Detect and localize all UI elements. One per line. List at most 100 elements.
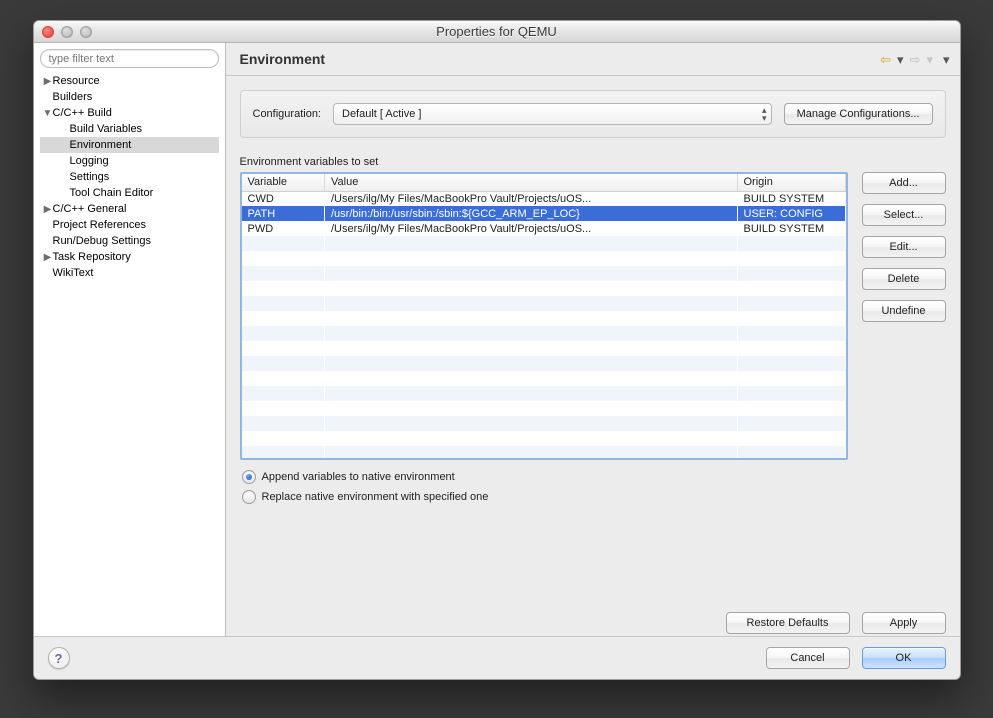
cell-origin bbox=[737, 326, 845, 341]
restore-defaults-button[interactable]: Restore Defaults bbox=[726, 612, 850, 634]
cell-variable bbox=[242, 326, 325, 341]
radio-append[interactable]: Append variables to native environment bbox=[242, 470, 946, 484]
expanded-arrow-icon[interactable]: ▼ bbox=[43, 108, 53, 119]
table-row bbox=[242, 236, 846, 251]
tree-item[interactable]: Builders bbox=[40, 89, 219, 105]
sidebar: ▶ResourceBuilders▼C/C++ BuildBuild Varia… bbox=[34, 43, 226, 636]
tree-item[interactable]: Logging bbox=[40, 153, 219, 169]
configuration-combo[interactable]: Default [ Active ] ▴▾ bbox=[333, 103, 772, 125]
tree-item-label: Settings bbox=[70, 171, 110, 183]
cell-origin bbox=[737, 371, 845, 386]
tree-item-label: Run/Debug Settings bbox=[53, 235, 151, 247]
tree-item[interactable]: Environment bbox=[40, 137, 219, 153]
radio-icon bbox=[242, 490, 256, 504]
configuration-label: Configuration: bbox=[253, 108, 322, 120]
env-vars-table[interactable]: Variable Value Origin CWD/Users/ilg/My F… bbox=[240, 172, 848, 460]
tree-item[interactable]: WikiText bbox=[40, 265, 219, 281]
cell-origin bbox=[737, 401, 845, 416]
table-row bbox=[242, 281, 846, 296]
tree-item[interactable]: Settings bbox=[40, 169, 219, 185]
table-button-column: Add... Select... Edit... Delete Undefine bbox=[862, 172, 946, 322]
cell-origin bbox=[737, 311, 845, 326]
help-icon[interactable]: ? bbox=[48, 647, 70, 669]
table-row bbox=[242, 446, 846, 460]
collapsed-arrow-icon[interactable]: ▶ bbox=[43, 76, 53, 87]
apply-button[interactable]: Apply bbox=[862, 612, 946, 634]
tree-item-label: Logging bbox=[70, 155, 109, 167]
cell-variable bbox=[242, 446, 325, 460]
ok-button[interactable]: OK bbox=[862, 647, 946, 669]
table-row bbox=[242, 371, 846, 386]
undefine-button[interactable]: Undefine bbox=[862, 300, 946, 322]
cell-value bbox=[325, 236, 738, 251]
cell-variable: PATH bbox=[242, 206, 325, 221]
col-origin[interactable]: Origin bbox=[737, 174, 845, 191]
cell-value bbox=[325, 371, 738, 386]
tree-item[interactable]: ▶Task Repository bbox=[40, 249, 219, 265]
lower-buttons: Restore Defaults Apply bbox=[226, 602, 960, 636]
cell-variable bbox=[242, 281, 325, 296]
col-value[interactable]: Value bbox=[325, 174, 738, 191]
cell-value bbox=[325, 251, 738, 266]
table-row[interactable]: CWD/Users/ilg/My Files/MacBookPro Vault/… bbox=[242, 191, 846, 206]
table-row bbox=[242, 401, 846, 416]
tree-item-label: Resource bbox=[53, 75, 100, 87]
cell-variable bbox=[242, 341, 325, 356]
heading-bar: Environment ⇦ ▾ ⇨ ▾ ▾ bbox=[226, 43, 960, 76]
combo-updown-icon: ▴▾ bbox=[762, 106, 765, 122]
cell-origin bbox=[737, 281, 845, 296]
main-panel: Environment ⇦ ▾ ⇨ ▾ ▾ Configuration: Def… bbox=[226, 43, 960, 636]
tree-item[interactable]: Project References bbox=[40, 217, 219, 233]
cell-value: /usr/bin:/bin:/usr/sbin:/sbin:${GCC_ARM_… bbox=[325, 206, 738, 221]
table-row[interactable]: PATH/usr/bin:/bin:/usr/sbin:/sbin:${GCC_… bbox=[242, 206, 846, 221]
tree-item-label: Environment bbox=[70, 139, 132, 151]
tree-item[interactable]: ▶C/C++ General bbox=[40, 201, 219, 217]
cell-value bbox=[325, 326, 738, 341]
cell-variable bbox=[242, 236, 325, 251]
cell-variable bbox=[242, 371, 325, 386]
titlebar: Properties for QEMU bbox=[34, 21, 960, 43]
tree-item[interactable]: ▼C/C++ Build bbox=[40, 105, 219, 121]
forward-icon[interactable]: ⇨ bbox=[910, 53, 921, 66]
tree-item-label: Tool Chain Editor bbox=[70, 187, 154, 199]
table-row bbox=[242, 251, 846, 266]
table-row bbox=[242, 416, 846, 431]
tree-item[interactable]: Build Variables bbox=[40, 121, 219, 137]
cell-origin bbox=[737, 296, 845, 311]
cell-origin bbox=[737, 431, 845, 446]
back-menu-icon[interactable]: ▾ bbox=[897, 53, 904, 66]
view-menu-icon[interactable]: ▾ bbox=[943, 53, 950, 66]
collapsed-arrow-icon[interactable]: ▶ bbox=[43, 252, 53, 263]
table-row bbox=[242, 266, 846, 281]
cell-value: /Users/ilg/My Files/MacBookPro Vault/Pro… bbox=[325, 221, 738, 236]
cell-value bbox=[325, 401, 738, 416]
table-row bbox=[242, 296, 846, 311]
window-title: Properties for QEMU bbox=[34, 24, 960, 39]
table-row[interactable]: PWD/Users/ilg/My Files/MacBookPro Vault/… bbox=[242, 221, 846, 236]
tree-item[interactable]: Run/Debug Settings bbox=[40, 233, 219, 249]
add-button[interactable]: Add... bbox=[862, 172, 946, 194]
cancel-button[interactable]: Cancel bbox=[766, 647, 850, 669]
env-vars-caption: Environment variables to set bbox=[240, 156, 946, 168]
tree-item[interactable]: ▶Resource bbox=[40, 73, 219, 89]
cell-value bbox=[325, 356, 738, 371]
cell-variable bbox=[242, 296, 325, 311]
collapsed-arrow-icon[interactable]: ▶ bbox=[43, 204, 53, 215]
delete-button[interactable]: Delete bbox=[862, 268, 946, 290]
radio-replace[interactable]: Replace native environment with specifie… bbox=[242, 490, 946, 504]
property-tree[interactable]: ▶ResourceBuilders▼C/C++ BuildBuild Varia… bbox=[40, 73, 219, 281]
manage-configurations-button[interactable]: Manage Configurations... bbox=[784, 103, 933, 125]
tree-item[interactable]: Tool Chain Editor bbox=[40, 185, 219, 201]
cell-variable bbox=[242, 251, 325, 266]
cell-origin bbox=[737, 386, 845, 401]
back-icon[interactable]: ⇦ bbox=[880, 53, 891, 66]
col-variable[interactable]: Variable bbox=[242, 174, 325, 191]
select-button[interactable]: Select... bbox=[862, 204, 946, 226]
cell-variable: PWD bbox=[242, 221, 325, 236]
edit-button[interactable]: Edit... bbox=[862, 236, 946, 258]
filter-input[interactable] bbox=[40, 49, 219, 68]
configuration-value: Default [ Active ] bbox=[342, 108, 421, 120]
cell-variable bbox=[242, 416, 325, 431]
env-mode-radios: Append variables to native environment R… bbox=[240, 470, 946, 504]
cell-variable bbox=[242, 356, 325, 371]
